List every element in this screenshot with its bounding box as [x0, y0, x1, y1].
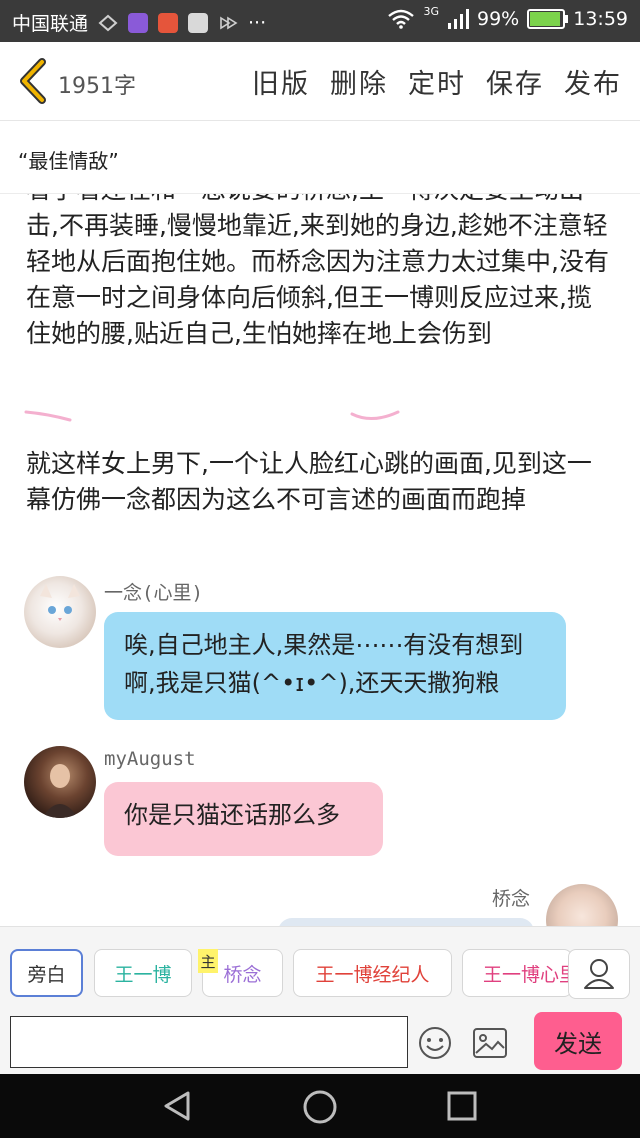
avatar[interactable]: [546, 884, 618, 926]
more-notifications-icon: ···: [248, 11, 267, 34]
battery-icon: [527, 9, 569, 29]
recents-nav-icon[interactable]: [446, 1090, 478, 1122]
cat-avatar-icon: [40, 584, 80, 621]
story-paragraph: 看了看还在和一息说要的桥念,王一博决定要主动出击,不再装睡,慢慢地靠近,来到她的…: [26, 194, 609, 348]
battery-percent: 99%: [477, 8, 520, 30]
notification-icon: [98, 14, 118, 31]
cast-icon: [220, 16, 238, 29]
role-label: 王一博心里: [483, 963, 572, 986]
host-badge: 主: [198, 949, 218, 973]
role-wang-yibo-agent[interactable]: 王一博经纪人: [293, 949, 452, 997]
status-bar: 中国联通 ··· 3G 99% 13:59: [0, 0, 640, 42]
back-nav-icon[interactable]: [160, 1090, 194, 1122]
story-paragraph: 就这样女上男下,一个让人脸红心跳的画面,见到这一幕仿佛一念都因为这么不可言述的画…: [26, 449, 592, 514]
role-label: 桥念: [223, 963, 262, 986]
story-content[interactable]: 看了看还在和一息说要的桥念,王一博决定要主动出击,不再装睡,慢慢地靠近,来到她的…: [0, 194, 640, 926]
word-count: 1951字: [58, 74, 136, 99]
chat-bubble-partial: [278, 918, 534, 926]
story-title: “最佳情敌”: [18, 149, 119, 173]
carrier-label: 中国联通: [12, 13, 89, 35]
image-icon[interactable]: [472, 1026, 508, 1060]
signal-icon: [448, 9, 469, 29]
role-label: 王一博经纪人: [315, 963, 430, 986]
sender-name: 桥念: [492, 888, 531, 910]
role-selector-bar: 旁白 王一博 桥念 主 王一博经纪人 王一博心里: [0, 926, 640, 1009]
clock: 13:59: [573, 8, 628, 30]
delete-button[interactable]: 删除: [330, 62, 388, 101]
save-button[interactable]: 保存: [486, 62, 544, 101]
app-notification-icon: [158, 12, 179, 33]
system-nav-bar: [0, 1074, 640, 1138]
chat-bubble[interactable]: 唉,自己地主人,果然是⋯⋯有没有想到啊,我是只猫(^•ɪ•^),还天天撒狗粮: [104, 612, 566, 720]
role-wang-yibo[interactable]: 王一博: [94, 949, 192, 997]
avatar[interactable]: [24, 576, 96, 648]
story-title-row[interactable]: “最佳情敌”: [0, 121, 640, 194]
sender-name: myAugust: [104, 748, 196, 770]
app-notification-icon: [128, 12, 149, 33]
editor-header: 1951字 旧版 删除 定时 保存 发布: [0, 42, 640, 121]
avatar[interactable]: [24, 746, 96, 818]
publish-button[interactable]: 发布: [564, 62, 622, 101]
chevron-left-icon[interactable]: [14, 58, 54, 104]
message-input[interactable]: [10, 1016, 408, 1068]
old-version-button[interactable]: 旧版: [252, 62, 310, 101]
role-wang-yibo-inner[interactable]: 王一博心里: [462, 949, 572, 997]
send-button[interactable]: 发送: [534, 1012, 622, 1070]
home-nav-icon[interactable]: [302, 1089, 338, 1125]
manage-roles-button[interactable]: [568, 949, 630, 999]
user-icon: [584, 959, 614, 989]
emoji-icon[interactable]: [418, 1026, 452, 1060]
chat-bubble[interactable]: 你是只猫还话那么多: [104, 782, 383, 856]
role-narrator[interactable]: 旁白: [10, 949, 83, 997]
input-bar: 发送: [0, 1008, 640, 1074]
girl-avatar-icon: [42, 764, 78, 818]
divider-decoration: [24, 410, 400, 422]
schedule-button[interactable]: 定时: [408, 62, 466, 101]
image-notification-icon: [188, 12, 209, 33]
role-label: 王一博: [114, 963, 172, 986]
wifi-icon: [388, 9, 415, 29]
network-type: 3G: [423, 4, 439, 18]
sender-name: 一念(心里): [104, 582, 203, 604]
